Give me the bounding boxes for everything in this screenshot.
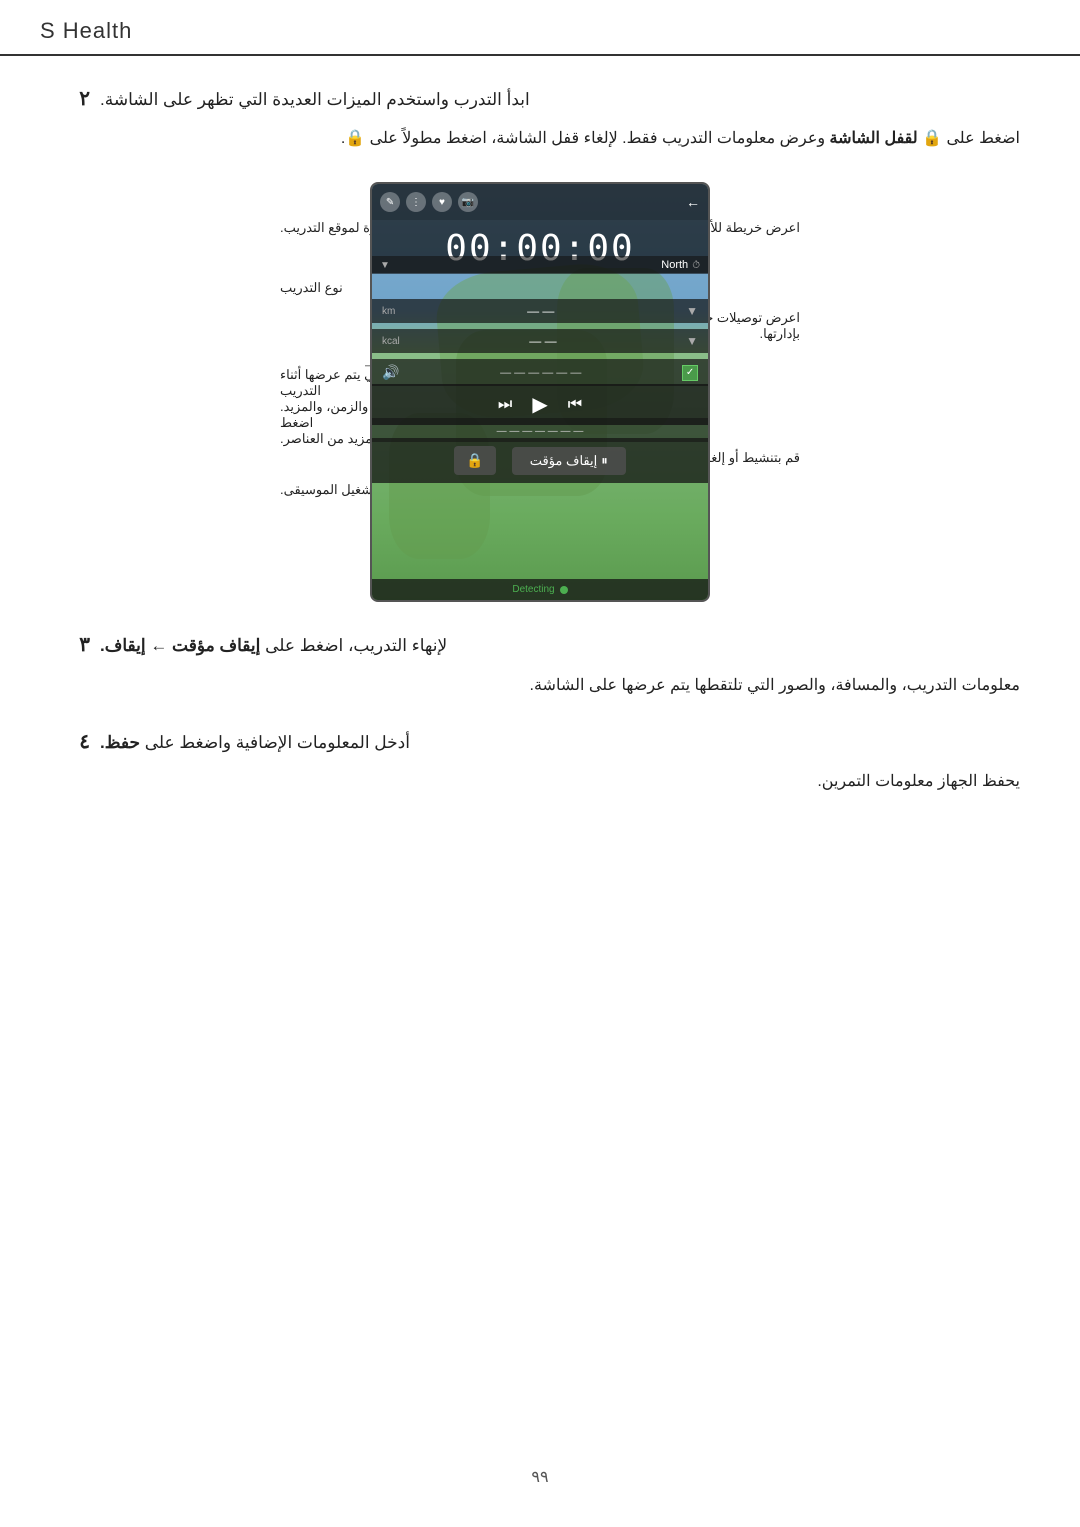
info-label-1: km bbox=[382, 306, 395, 317]
annotation-training-type: نوع التدريب bbox=[280, 280, 343, 296]
training-type-row: ⏱ North ▼ bbox=[372, 256, 708, 274]
lock-icon: 🔒 bbox=[466, 452, 483, 468]
step-3-text: لإنهاء التدريب، اضغط على إيقاف مؤقت ← إي… bbox=[100, 632, 447, 659]
page-header: S Health bbox=[0, 0, 1080, 56]
pause-icon: ⏸ bbox=[601, 453, 608, 469]
step-3-header: لإنهاء التدريب، اضغط على إيقاف مؤقت ← إي… bbox=[60, 632, 1020, 659]
next-icon: ⏭ bbox=[498, 396, 512, 414]
dropdown-arrow: ▼ bbox=[380, 260, 390, 271]
menu-icon: ⋮ bbox=[406, 192, 426, 212]
step-2-subtext: اضغط على 🔒 لقفل الشاشة وعرض معلومات التد… bbox=[60, 125, 1020, 152]
device-screen: ← 📷 ♥ ⋮ ✎ 00:00:00 ⏱ bbox=[370, 182, 710, 602]
info-arrow-1: ▼ bbox=[686, 304, 698, 318]
step-4: أدخل المعلومات الإضافية واضغط على حفظ. ٤… bbox=[60, 729, 1020, 795]
step-4-text: أدخل المعلومات الإضافية واضغط على حفظ. bbox=[100, 729, 410, 756]
audio-checkbox: ✓ bbox=[682, 365, 698, 381]
info-value-1: — — bbox=[527, 304, 554, 318]
song-text: — — — — — — — bbox=[497, 426, 584, 437]
audio-guide-row: ✓ — — — — — — 🔊 bbox=[372, 359, 708, 386]
heart-icon: ♥ bbox=[432, 192, 452, 212]
lock-button[interactable]: 🔒 bbox=[454, 446, 495, 475]
topbar-left: ← bbox=[686, 194, 700, 210]
page-number: ٩٩ bbox=[0, 1447, 1080, 1507]
device-wrapper: اعرض خريطة للأماكن التي تتدرب فيها. التق… bbox=[280, 182, 800, 602]
pencil-icon: ✎ bbox=[380, 192, 400, 212]
gps-row: Detecting bbox=[372, 579, 708, 600]
info-value-2: — — bbox=[529, 334, 556, 348]
step-2-number: ٢ bbox=[60, 86, 90, 111]
info-label-2: kcal bbox=[382, 336, 400, 347]
training-type-value: North bbox=[661, 259, 688, 271]
step-2-text: ابدأ التدرب واستخدم الميزات العديدة التي… bbox=[100, 86, 530, 113]
info-row-2: ▼ — — kcal bbox=[372, 329, 708, 353]
play-icon: ▶ bbox=[532, 392, 547, 417]
header-title: S Health bbox=[40, 18, 132, 44]
bottom-buttons: ⏸ إيقاف مؤقت 🔒 bbox=[372, 438, 708, 483]
info-row-1: ▼ — — km bbox=[372, 299, 708, 323]
topbar-right: 📷 ♥ ⋮ ✎ bbox=[380, 192, 478, 212]
main-content: ابدأ التدرب واستخدم الميزات العديدة التي… bbox=[0, 56, 1080, 855]
step-4-subtext: يحفظ الجهاز معلومات التمرين. bbox=[60, 768, 1020, 795]
pause-label: إيقاف مؤقت bbox=[530, 453, 598, 469]
step-3: لإنهاء التدريب، اضغط على إيقاف مؤقت ← إي… bbox=[60, 632, 1020, 698]
audio-text: — — — — — — bbox=[500, 367, 581, 379]
step-4-number: ٤ bbox=[60, 729, 90, 754]
step-2-header: ابدأ التدرب واستخدم الميزات العديدة التي… bbox=[60, 86, 1020, 113]
step-4-header: أدخل المعلومات الإضافية واضغط على حفظ. ٤ bbox=[60, 729, 1020, 756]
pause-button[interactable]: ⏸ إيقاف مؤقت bbox=[512, 447, 626, 475]
step-3-subtext: معلومات التدريب، والمسافة، والصور التي ت… bbox=[60, 672, 1020, 699]
back-icon: ← bbox=[686, 194, 700, 210]
training-type-left: ⏱ North bbox=[661, 259, 700, 271]
step-2: ابدأ التدرب واستخدم الميزات العديدة التي… bbox=[60, 86, 1020, 152]
timer-icon: ⏱ bbox=[692, 260, 700, 271]
audio-speaker-icon: 🔊 bbox=[382, 364, 399, 381]
camera-icon: 📷 bbox=[458, 192, 478, 212]
device-illustration: اعرض خريطة للأماكن التي تتدرب فيها. التق… bbox=[60, 182, 1020, 602]
step-3-number: ٣ bbox=[60, 632, 90, 657]
info-arrow-2: ▼ bbox=[686, 334, 698, 348]
gps-dot bbox=[560, 586, 568, 594]
gps-status: Detecting bbox=[512, 584, 554, 595]
prev-icon: ⏮ bbox=[568, 396, 582, 414]
app-topbar: ← 📷 ♥ ⋮ ✎ bbox=[372, 184, 708, 220]
